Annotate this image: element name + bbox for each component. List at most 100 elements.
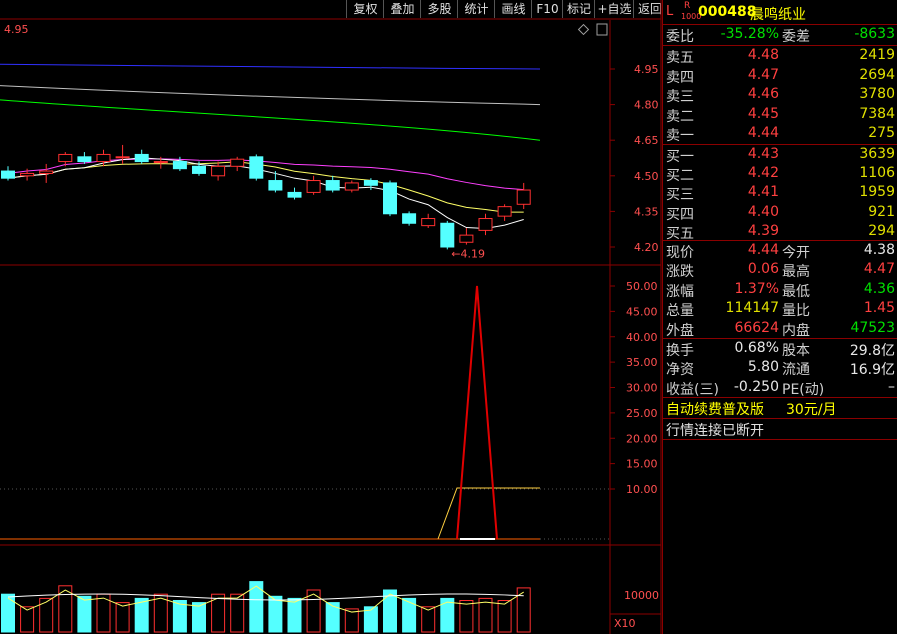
- bid-label: 买四: [666, 206, 694, 223]
- ask-label: 卖五: [666, 50, 694, 66]
- volume-bar[interactable]: [478, 597, 493, 633]
- volume-bar[interactable]: [497, 600, 512, 633]
- stat-row-label2: 最高: [782, 264, 810, 281]
- bid-row[interactable]: 买一 4.43 3639: [662, 145, 897, 165]
- stock-name: 晨鸣纸业: [750, 7, 806, 23]
- volume-bar[interactable]: [192, 602, 206, 633]
- fund-row-label2: 流通: [782, 362, 810, 379]
- volume-bar[interactable]: [459, 600, 474, 633]
- candle-body[interactable]: [77, 156, 92, 163]
- fund-row-value2: 16.9亿: [849, 362, 895, 379]
- volume-unit-label: X10: [614, 617, 636, 630]
- stat-row-label2: 内盘: [782, 322, 810, 339]
- fund-row-label: 收益(三): [666, 381, 719, 398]
- stat-row: 涨幅 1.37% 最低 4.36: [662, 280, 897, 300]
- candle-body[interactable]: [402, 213, 417, 224]
- promo-label[interactable]: 自动续费普及版: [666, 399, 764, 419]
- candle-body[interactable]: [172, 161, 187, 170]
- bid-row[interactable]: 买二 4.42 1106: [662, 164, 897, 184]
- volume-bar[interactable]: [1, 593, 15, 633]
- candle-body[interactable]: [249, 156, 264, 179]
- ask-label: 卖三: [666, 89, 694, 105]
- connection-status: 行情连接已断开: [666, 423, 764, 439]
- weibi-row: 委比 -35.28% 委差 -8633: [662, 25, 897, 45]
- candle-body[interactable]: [497, 206, 512, 217]
- indicator-tick-label: 40.00: [626, 331, 658, 344]
- stat-row: 涨跌 0.06 最高 4.47: [662, 260, 897, 280]
- candle-body[interactable]: [344, 182, 359, 191]
- fund-row-label2: 股本: [782, 343, 810, 359]
- bid-row[interactable]: 买三 4.41 1959: [662, 183, 897, 203]
- candle-body[interactable]: [516, 189, 531, 205]
- bid-row[interactable]: 买五 4.39 294: [662, 222, 897, 242]
- volume-bar[interactable]: [77, 595, 92, 633]
- candle-body[interactable]: [478, 218, 493, 231]
- candle-body[interactable]: [1, 170, 15, 179]
- price-tick-label: 4.80: [634, 99, 659, 112]
- candle-body[interactable]: [268, 180, 283, 191]
- stat-row-value2: 47523: [850, 319, 895, 336]
- candle-body[interactable]: [459, 234, 474, 243]
- stat-row-label: 现价: [666, 245, 694, 261]
- candle-body[interactable]: [115, 156, 130, 159]
- stat-row-label: 总量: [666, 303, 694, 320]
- candle-body[interactable]: [306, 180, 321, 193]
- weibi-label: 委比: [666, 29, 694, 45]
- stat-row-value: 66624: [734, 319, 779, 336]
- indicator-spike: [456, 285, 498, 540]
- volume-bar[interactable]: [115, 602, 130, 633]
- candle-body[interactable]: [192, 165, 206, 174]
- ask-row[interactable]: 卖四 4.47 2694: [662, 66, 897, 86]
- candle-body[interactable]: [287, 191, 302, 198]
- bid-price: 4.42: [747, 165, 779, 182]
- candle-body[interactable]: [421, 218, 436, 227]
- ask-price: 4.48: [747, 47, 779, 63]
- candle-body[interactable]: [440, 222, 455, 248]
- chart-area[interactable]: 4.95 4.95 4.80 4.65 4.50 4.35 4.20 ←4.19 50.00 45…: [0, 0, 662, 634]
- status-row: 行情连接已断开: [662, 419, 897, 439]
- bid-volume: 3639: [859, 146, 895, 162]
- bid-row[interactable]: 买四 4.40 921: [662, 203, 897, 223]
- ask-volume: 7384: [859, 105, 895, 122]
- stat-row-label: 涨跌: [666, 264, 694, 281]
- weibi-value: -35.28%: [720, 26, 779, 42]
- ask-price: 4.45: [747, 105, 779, 122]
- candle-body[interactable]: [230, 158, 245, 167]
- candle-body[interactable]: [134, 153, 149, 163]
- ask-row[interactable]: 卖一 4.44 275: [662, 124, 897, 144]
- candle-body[interactable]: [39, 170, 54, 174]
- fund-row-label: 换手: [666, 343, 694, 359]
- candle-body[interactable]: [153, 161, 168, 164]
- volume-bar[interactable]: [172, 600, 187, 633]
- volume-bar[interactable]: [268, 595, 283, 633]
- candle-body[interactable]: [96, 153, 111, 163]
- volume-tick-label: 10000: [624, 589, 659, 602]
- restore-icon[interactable]: [596, 23, 608, 36]
- ma20-line: [7, 158, 524, 191]
- price-tick-label: 4.95: [634, 63, 659, 76]
- ask-row[interactable]: 卖二 4.45 7384: [662, 105, 897, 125]
- diamond-icon[interactable]: [577, 23, 590, 36]
- candle-body[interactable]: [211, 165, 226, 177]
- prefix-r: R: [684, 1, 691, 11]
- fund-row-value: 0.68%: [734, 340, 779, 356]
- ask-label: 卖四: [666, 69, 694, 86]
- fund-row: 换手 0.68% 股本 29.8亿: [662, 339, 897, 359]
- indicator-tick-label: 45.00: [626, 305, 658, 318]
- candle-body[interactable]: [325, 180, 340, 191]
- candle-body[interactable]: [363, 180, 378, 186]
- volume-bar[interactable]: [287, 597, 302, 633]
- stat-row-value: 4.44: [747, 242, 779, 258]
- ask-volume: 2419: [859, 47, 895, 63]
- ask-label: 卖一: [666, 128, 694, 144]
- candle-body[interactable]: [383, 182, 397, 215]
- promo-row[interactable]: 自动续费普及版 30元/月: [662, 398, 897, 418]
- ask-row[interactable]: 卖三 4.46 3780: [662, 85, 897, 105]
- bid-volume: 921: [868, 203, 895, 220]
- promo-price[interactable]: 30元/月: [786, 399, 837, 419]
- indicator-tick-label: 15.00: [626, 458, 658, 471]
- candle-body[interactable]: [20, 172, 35, 177]
- stat-row-label: 外盘: [666, 322, 694, 339]
- candle-body[interactable]: [58, 153, 73, 163]
- ask-row[interactable]: 卖五 4.48 2419: [662, 46, 897, 66]
